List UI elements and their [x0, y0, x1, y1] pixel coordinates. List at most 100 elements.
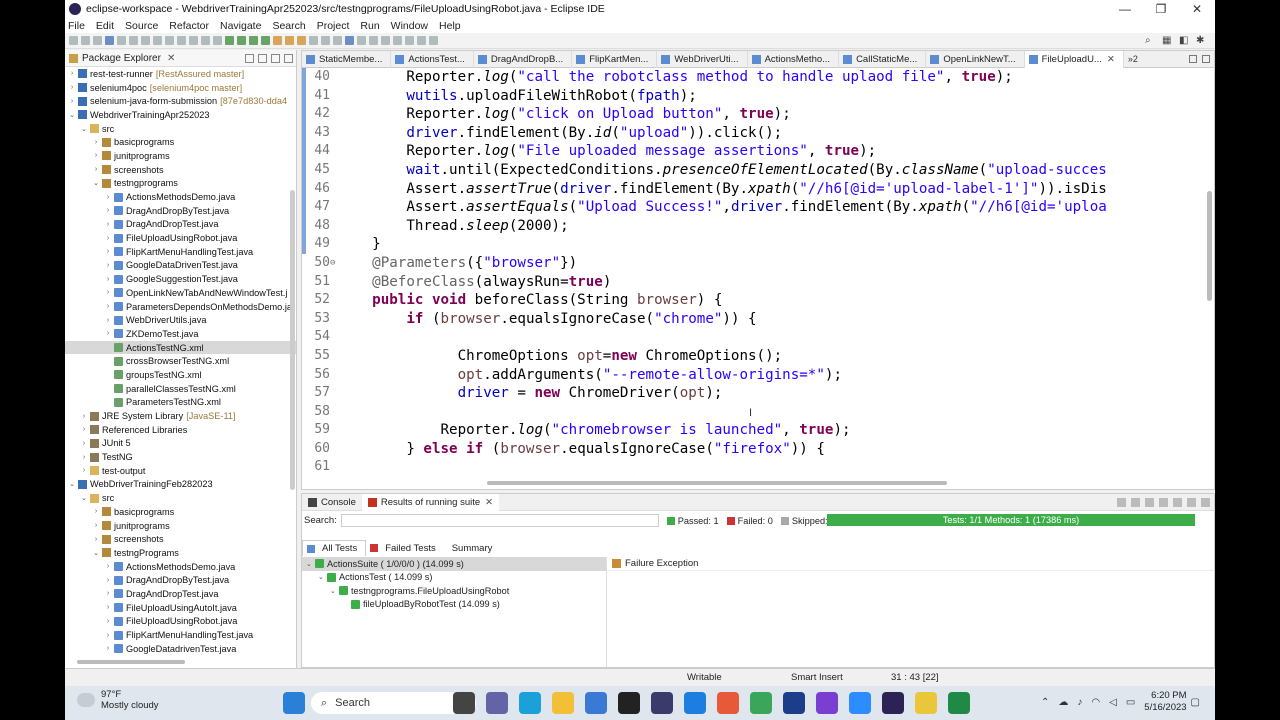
tab-console[interactable]: Console [302, 494, 362, 511]
tree-item[interactable]: parallelClassesTestNG.xml [65, 382, 296, 396]
tree-item[interactable]: › selenium4poc [selenium4poc master] [65, 81, 296, 95]
close-icon[interactable]: ✕ [1107, 54, 1115, 65]
tree-item[interactable]: › basicprograms [65, 505, 296, 519]
expand-arrow-icon[interactable]: › [92, 139, 100, 146]
code-line[interactable]: 50 ⊖ @Parameters({"browser"}) [302, 254, 1202, 273]
task-view-icon[interactable] [453, 692, 475, 714]
notepad-icon[interactable] [915, 692, 937, 714]
fold-marker-icon[interactable] [330, 235, 338, 254]
show-failures-icon[interactable] [1145, 497, 1154, 507]
eclipse-taskbar-icon[interactable] [651, 692, 673, 714]
code-line[interactable]: 53 if (browser.equalsIgnoreCase("chrome"… [302, 310, 1202, 329]
tree-item[interactable]: › basicprograms [65, 135, 296, 149]
tree-item[interactable]: › JUnit 5 [65, 437, 296, 451]
expand-arrow-icon[interactable]: ⌄ [330, 587, 339, 595]
menu-run[interactable]: Run [360, 20, 379, 32]
code-line[interactable]: 45 wait.until(ExpectedConditions.presenc… [302, 161, 1202, 180]
fold-marker-icon[interactable] [330, 273, 338, 292]
chrome-icon[interactable] [750, 692, 772, 714]
package-explorer-scrollbar[interactable] [290, 190, 295, 490]
block-selection-icon[interactable] [357, 36, 366, 45]
expand-arrow-icon[interactable]: › [104, 577, 112, 584]
minimize-view-icon[interactable] [284, 53, 293, 63]
maximize-view-icon[interactable] [1201, 497, 1210, 507]
code-line[interactable]: 54 [302, 328, 1202, 347]
editor-tab[interactable]: DragAndDropB... [474, 50, 573, 68]
menu-help[interactable]: Help [439, 20, 461, 32]
terminate-icon[interactable] [165, 36, 174, 45]
step-return-icon[interactable] [213, 36, 222, 45]
menu-navigate[interactable]: Navigate [220, 20, 261, 32]
expand-arrow-icon[interactable]: › [104, 194, 112, 201]
menu-project[interactable]: Project [317, 20, 350, 32]
menu-source[interactable]: Source [125, 20, 158, 32]
fold-marker-icon[interactable] [330, 217, 338, 236]
editor-tab[interactable]: FileUploadU... ✕ [1024, 50, 1124, 68]
tree-item[interactable]: › ZKDemoTest.java [65, 327, 296, 341]
tree-item[interactable]: › GoogleDatadrivenTest.java [65, 642, 296, 656]
tree-item[interactable]: ⌄ src [65, 122, 296, 136]
tree-item[interactable]: › rest-test-runner [RestAssured master] [65, 67, 296, 81]
expand-arrow-icon[interactable]: › [80, 454, 88, 461]
tree-item[interactable]: › FlipKartMenuHandlingTest.java [65, 245, 296, 259]
app-icon-2[interactable] [816, 692, 838, 714]
new-icon[interactable] [69, 36, 78, 45]
rerun-failed-icon[interactable] [1131, 497, 1140, 507]
tree-item[interactable]: › FileUploadUsingRobot.java [65, 231, 296, 245]
start-icon[interactable] [283, 692, 305, 714]
expand-arrow-icon[interactable]: › [92, 508, 100, 515]
expand-arrow-icon[interactable]: › [92, 522, 100, 529]
collapse-all-icon[interactable] [245, 53, 254, 63]
expand-arrow-icon[interactable]: › [68, 84, 76, 91]
tab-all-tests[interactable]: All Tests [302, 540, 367, 556]
fold-marker-icon[interactable] [330, 366, 338, 385]
expand-arrow-icon[interactable]: ⌄ [80, 494, 88, 502]
cloud-sync-icon[interactable]: ☁ [1058, 697, 1068, 708]
edge-icon[interactable] [519, 692, 541, 714]
tree-item[interactable]: ⌄ testngPrograms [65, 546, 296, 560]
open-perspective-icon[interactable]: ▦ [1162, 35, 1175, 47]
expand-arrow-icon[interactable]: ⌄ [68, 111, 76, 119]
forward-icon[interactable] [417, 36, 426, 45]
tree-item[interactable]: › screenshots [65, 163, 296, 177]
external-tools-icon[interactable] [261, 36, 270, 45]
step-into-icon[interactable] [189, 36, 198, 45]
menu-window[interactable]: Window [391, 20, 428, 32]
eclipse-active-icon[interactable] [882, 692, 904, 714]
tree-item[interactable]: › test-output [65, 464, 296, 478]
tree-item[interactable]: › junitprograms [65, 149, 296, 163]
toggle-mark-icon[interactable] [333, 36, 342, 45]
code-line[interactable]: 49 } [302, 235, 1202, 254]
weather-widget[interactable]: 97°F Mostly cloudy [77, 689, 159, 711]
code-line[interactable]: 52 public void beforeClass(String browse… [302, 291, 1202, 310]
fold-marker-icon[interactable] [330, 421, 338, 440]
fold-marker-icon[interactable] [330, 403, 338, 422]
editor-tab[interactable]: WebDriverUti... [657, 50, 748, 68]
firefox-icon[interactable] [717, 692, 739, 714]
link-editor-icon[interactable] [258, 53, 267, 63]
result-tree-item[interactable]: fileUploadByRobotTest (14.099 s) [302, 598, 606, 612]
prev-annotation-icon[interactable] [381, 36, 390, 45]
build-icon[interactable] [117, 36, 126, 45]
save-all-icon[interactable] [93, 36, 102, 45]
editor-tab[interactable]: StaticMembe... [302, 50, 392, 68]
expand-arrow-icon[interactable]: ⌄ [68, 480, 76, 488]
file-explorer-icon[interactable] [552, 692, 574, 714]
notifications-icon[interactable]: ▢ [1191, 697, 1200, 708]
close-icon[interactable]: ✕ [485, 497, 493, 508]
tree-item[interactable]: › FileUploadUsingAutoIt.java [65, 601, 296, 615]
result-tree-item[interactable]: ⌄ testngprograms.FileUploadUsingRobot [302, 584, 606, 598]
minimize-view-icon[interactable] [1189, 55, 1197, 63]
expand-arrow-icon[interactable]: › [104, 207, 112, 214]
expand-arrow-icon[interactable]: › [104, 618, 112, 625]
minimize-button[interactable]: — [1107, 0, 1143, 18]
fold-marker-icon[interactable] [330, 384, 338, 403]
expand-arrow-icon[interactable]: ⌄ [92, 179, 100, 187]
volume-icon[interactable]: ◁ [1109, 697, 1117, 708]
back-icon[interactable] [405, 36, 414, 45]
code-line[interactable]: 44 Reporter.log("File uploaded message a… [302, 142, 1202, 161]
fold-marker-icon[interactable] [330, 328, 338, 347]
editor-tab[interactable]: FlipKartMen... [572, 50, 658, 68]
battery-icon[interactable]: ▭ [1126, 697, 1135, 708]
tree-item[interactable]: › ActionsMethodsDemo.java [65, 190, 296, 204]
